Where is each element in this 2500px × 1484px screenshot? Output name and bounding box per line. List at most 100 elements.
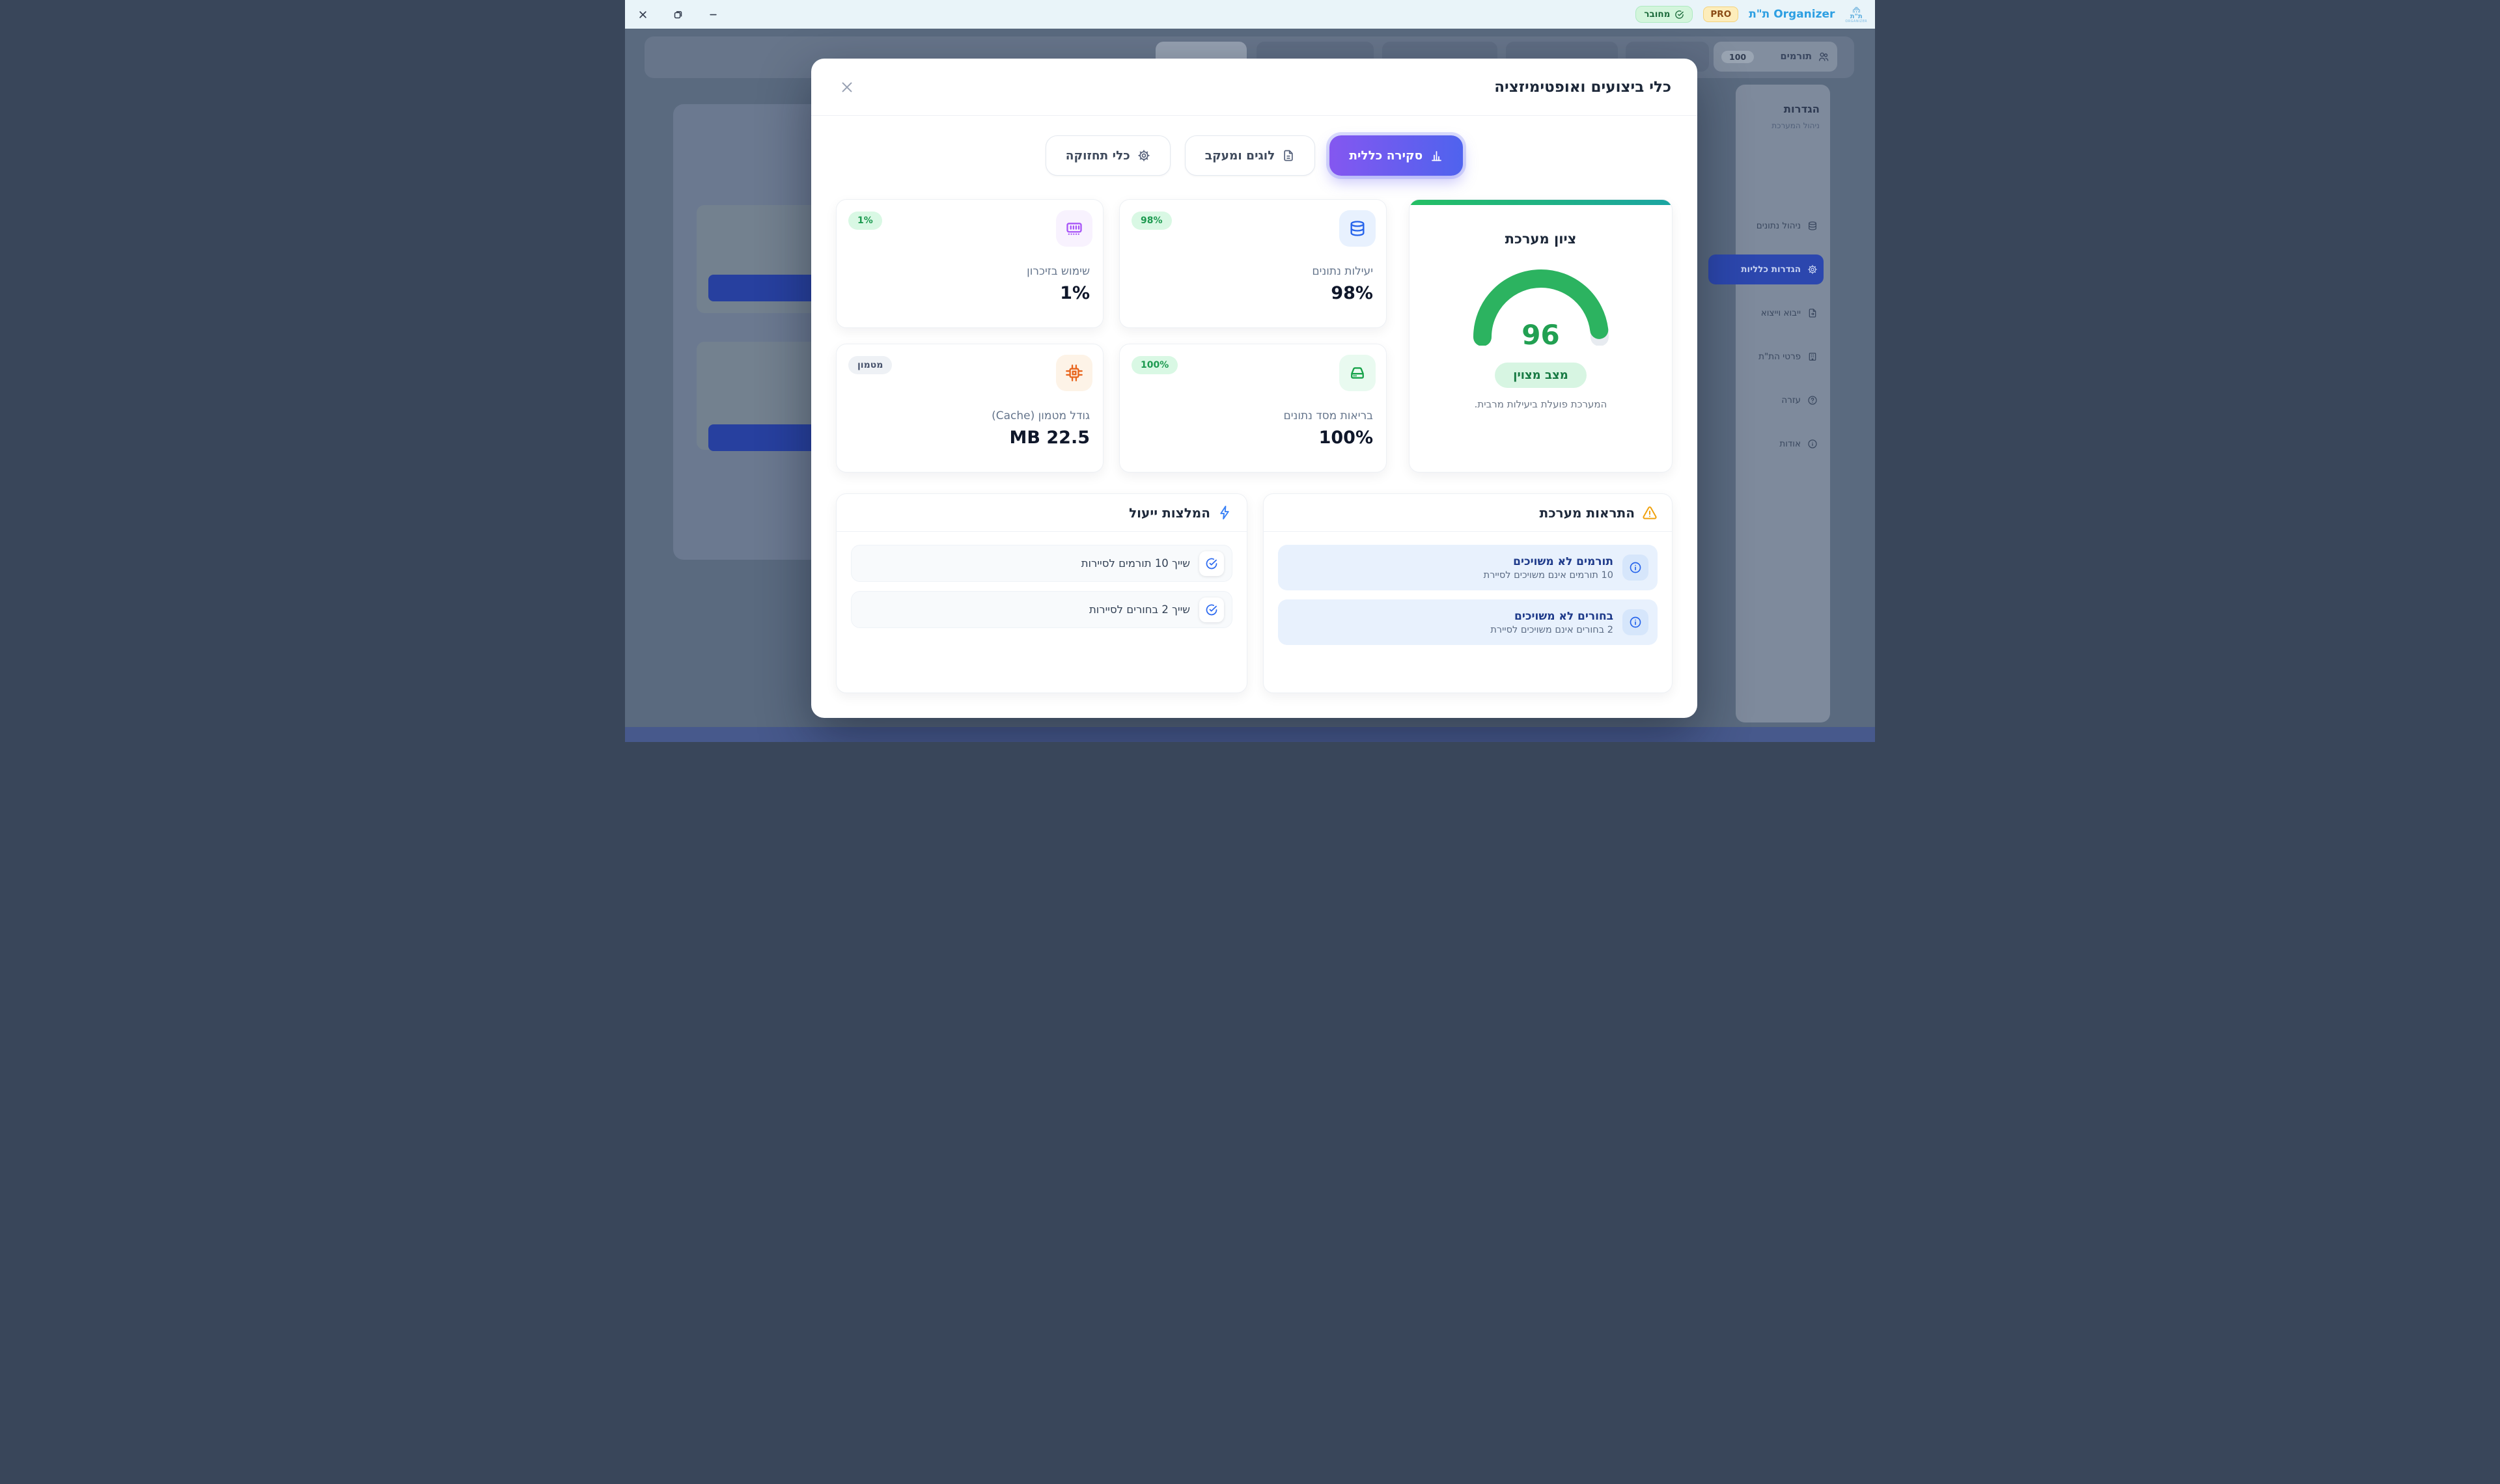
recommendation-item[interactable]: שייך 10 תורמים לסיירות [851,545,1232,582]
alerts-header: התראות מערכת [1264,494,1672,532]
window-controls [625,8,719,20]
check-circle-icon [1674,10,1684,20]
check-circle-icon [1199,551,1224,576]
system-score-card: ציון מערכת 96 מצב מצוין המערכת פועלת ביע… [1409,199,1673,473]
close-window-icon[interactable] [637,8,648,20]
file-transfer-icon [1807,307,1818,319]
pro-badge: PRO [1703,7,1738,22]
alert-description: 10 תורמים אינם משויכים לסיירת [1484,570,1613,581]
score-accent-strip [1410,200,1672,205]
stats-area: ציון מערכת 96 מצב מצוין המערכת פועלת ביע… [811,199,1697,473]
optimization-recommendations-panel: המלצות ייעול שייך 10 תורמים לסיירות שייך… [836,493,1247,693]
stat-value: MB 22.5 [1010,428,1090,448]
sidebar-item-label: ייבוא וייצוא [1761,308,1801,318]
tab-label: לוגים ומעקב [1205,149,1275,163]
sidebar-item-about[interactable]: אודות [1742,429,1824,459]
app-title: Organizer ת"ת [1749,8,1835,21]
restore-window-icon[interactable] [672,8,684,20]
modal-title: כלי ביצועים ואופטימיזציה [1494,79,1671,96]
sidebar-item-label: ניהול נתונים [1757,221,1801,231]
stat-card-database-health: 100% בריאות מסד נתונים 100% [1119,344,1387,473]
people-icon [1818,51,1829,62]
logo-subtext: ORGANIZER [1845,20,1867,23]
modal-tabs: סקירה כללית לוגים ומעקב כלי תחזוקה [811,135,1697,176]
stat-label: שימוש בזיכרון [1027,265,1090,278]
gear-icon [1137,149,1150,162]
hard-drive-icon [1339,355,1376,391]
stat-value: 98% [1331,283,1373,303]
sidebar-item-import-export[interactable]: ייבוא וייצוא [1742,298,1824,328]
stat-value: 1% [1060,283,1090,303]
question-circle-icon [1807,394,1818,406]
stat-card-data-efficiency: 98% יעילות נתונים 98% [1119,199,1387,328]
recommendation-label: שייך 2 בחורים לסיירות [1089,603,1190,616]
stat-label: גודל מטמון (Cache) [992,409,1090,422]
sidebar-subtitle: ניהול המערכת [1771,121,1820,130]
stat-card-memory-usage: 1% שימוש בזיכרון 1% [836,199,1104,328]
stat-badge: 98% [1132,212,1172,230]
recommendation-label: שייך 10 תורמים לסיירות [1081,557,1190,570]
titlebar: ת"ת ORGANIZER Organizer ת"ת PRO מחובר [625,0,1875,29]
recommendations-header: המלצות ייעול [837,494,1247,532]
cpu-icon [1056,355,1092,391]
building-icon [1807,351,1818,363]
check-circle-icon [1199,598,1224,622]
close-icon[interactable] [837,77,857,97]
database-icon [1807,220,1818,232]
app-logo: ת"ת ORGANIZER [1845,6,1867,23]
logo-text: ת"ת [1850,14,1863,20]
sidebar-item-help[interactable]: עזרה [1742,385,1824,415]
sidebar-item-data-management[interactable]: ניהול נתונים [1742,211,1824,241]
info-circle-icon [1622,609,1648,635]
sidebar-item-org-details[interactable]: פרטי הת"ת [1742,342,1824,372]
score-gauge: 96 [1469,269,1613,346]
stat-label: בריאות מסד נתונים [1283,409,1373,422]
tab-label: כלי תחזוקה [1066,149,1130,163]
settings-sidebar: הגדרות ניהול המערכת ניהול נתונים הגדרות … [1736,85,1830,722]
background-left-panel [673,104,829,560]
alert-item-unassigned-contributors[interactable]: תורמים לא משויכים 10 תורמים אינם משויכים… [1278,545,1658,590]
memory-icon [1056,210,1092,247]
lightning-icon [1217,505,1232,520]
minimize-window-icon[interactable] [707,8,719,20]
score-title: ציון מערכת [1410,231,1672,247]
sidebar-item-label: אודות [1779,439,1801,449]
tab-maintenance[interactable]: כלי תחזוקה [1046,135,1171,176]
background-bottom-bar [625,727,1875,742]
warning-triangle-icon [1642,505,1658,521]
document-icon [1282,149,1295,162]
recommendation-item[interactable]: שייך 2 בחורים לסיירות [851,591,1232,628]
score-status-badge: מצב מצוין [1495,363,1586,388]
bar-chart-icon [1430,149,1443,163]
stat-value: 100% [1319,428,1373,448]
sidebar-title: הגדרות [1784,103,1820,115]
titlebar-right: ת"ת ORGANIZER Organizer ת"ת PRO מחובר [1635,6,1875,23]
bottom-panels: התראות מערכת תורמים לא משויכים 10 תורמים… [811,493,1697,693]
score-value: 96 [1469,319,1613,351]
alert-title: בחורים לא משויכים [1490,610,1613,623]
tab-logs[interactable]: לוגים ומעקב [1185,135,1316,176]
alert-description: 2 בחורים אינם משויכים לסיירת [1490,625,1613,635]
app-window: ת"ת ORGANIZER Organizer ת"ת PRO מחובר תו… [625,0,1875,742]
tab-contributors[interactable]: תורמים 100 [1714,42,1837,72]
stat-label: יעילות נתונים [1312,265,1373,278]
alerts-title: התראות מערכת [1540,505,1635,521]
info-circle-icon [1807,438,1818,450]
contributors-tab-label: תורמים [1781,51,1812,62]
alert-title: תורמים לא משויכים [1484,555,1613,568]
alert-item-unassigned-members[interactable]: בחורים לא משויכים 2 בחורים אינם משויכים … [1278,599,1658,645]
database-icon [1339,210,1376,247]
score-caption: המערכת פועלת ביעילות מרבית. [1410,398,1672,410]
gear-icon [1807,264,1818,275]
sidebar-item-general-settings[interactable]: הגדרות כלליות [1708,254,1824,284]
recommendations-list: שייך 10 תורמים לסיירות שייך 2 בחורים לסי… [837,532,1247,641]
sidebar-item-label: הגדרות כלליות [1741,264,1801,275]
tab-overview[interactable]: סקירה כללית [1329,135,1463,176]
tab-label: סקירה כללית [1349,149,1423,163]
stat-badge: 100% [1132,356,1178,374]
connected-badge: מחובר [1635,6,1693,23]
sidebar-item-label: עזרה [1781,395,1801,405]
recommendations-title: המלצות ייעול [1129,505,1210,521]
modal-header: כלי ביצועים ואופטימיזציה [811,59,1697,116]
alerts-list: תורמים לא משויכים 10 תורמים אינם משויכים… [1264,532,1672,658]
